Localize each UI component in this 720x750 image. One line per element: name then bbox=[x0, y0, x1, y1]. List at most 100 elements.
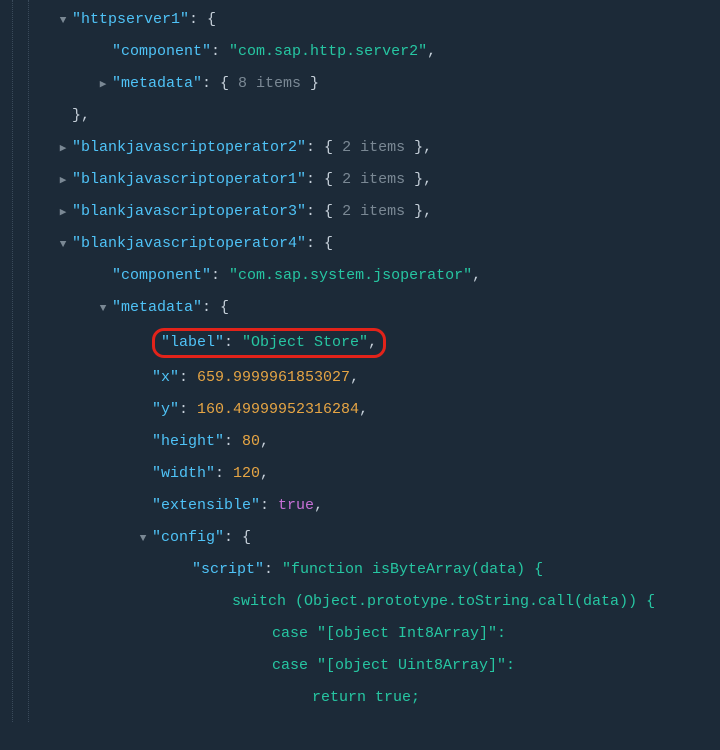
json-string-value: "com.sap.system.jsoperator" bbox=[229, 267, 472, 284]
json-punctuation: , bbox=[314, 497, 323, 514]
json-key: "component" bbox=[112, 43, 211, 60]
json-row: "blankjavascriptoperator3": { 2 items }, bbox=[8, 196, 720, 228]
json-punctuation: : { bbox=[189, 11, 216, 28]
row-content: "config": { bbox=[152, 529, 251, 546]
json-punctuation: , bbox=[359, 401, 368, 418]
json-punctuation: : bbox=[224, 433, 242, 450]
json-number-value: 120 bbox=[233, 465, 260, 482]
json-punctuation: } bbox=[301, 75, 319, 92]
json-row: "blankjavascriptoperator1": { 2 items }, bbox=[8, 164, 720, 196]
json-key: "height" bbox=[152, 433, 224, 450]
json-key: "blankjavascriptoperator3" bbox=[72, 203, 306, 220]
row-content: "x": 659.9999961853027, bbox=[152, 369, 359, 386]
row-content: case "[object Int8Array]": bbox=[272, 625, 506, 642]
json-number-value: 659.9999961853027 bbox=[197, 369, 350, 386]
json-row: return true; bbox=[8, 682, 720, 714]
json-tree-viewer: "httpserver1": { "component": "com.sap.ht… bbox=[0, 0, 720, 722]
json-key: "width" bbox=[152, 465, 215, 482]
json-collapsed-summary: 2 items bbox=[342, 171, 405, 188]
json-punctuation: : { bbox=[306, 139, 342, 156]
json-row: "metadata": { bbox=[8, 292, 720, 324]
json-key: "config" bbox=[152, 529, 224, 546]
json-punctuation: : bbox=[264, 561, 282, 578]
json-punctuation: : bbox=[215, 465, 233, 482]
json-row: }, bbox=[8, 100, 720, 132]
json-punctuation: : { bbox=[224, 529, 251, 546]
json-key: "metadata" bbox=[112, 299, 202, 316]
row-content: "component": "com.sap.http.server2", bbox=[112, 43, 436, 60]
json-collapsed-summary: 2 items bbox=[342, 139, 405, 156]
collapse-icon[interactable] bbox=[56, 13, 70, 31]
json-punctuation: : bbox=[179, 369, 197, 386]
json-key: "blankjavascriptoperator1" bbox=[72, 171, 306, 188]
json-punctuation: }, bbox=[405, 171, 432, 188]
collapse-icon[interactable] bbox=[56, 237, 70, 255]
json-punctuation: : { bbox=[306, 171, 342, 188]
json-row: switch (Object.prototype.toString.call(d… bbox=[8, 586, 720, 618]
json-row: "httpserver1": { bbox=[8, 4, 720, 36]
json-punctuation: , bbox=[472, 267, 481, 284]
json-punctuation: : bbox=[260, 497, 278, 514]
json-key: "label" bbox=[161, 334, 224, 351]
json-number-value: 80 bbox=[242, 433, 260, 450]
row-content: "y": 160.49999952316284, bbox=[152, 401, 368, 418]
row-content: "metadata": { 8 items } bbox=[112, 75, 319, 92]
json-row: "metadata": { 8 items } bbox=[8, 68, 720, 100]
json-string-value: case "[object Int8Array]": bbox=[272, 625, 506, 642]
json-row: "blankjavascriptoperator4": { bbox=[8, 228, 720, 260]
json-key: "metadata" bbox=[112, 75, 202, 92]
json-punctuation: : { bbox=[306, 203, 342, 220]
json-row: "x": 659.9999961853027, bbox=[8, 362, 720, 394]
json-punctuation: , bbox=[427, 43, 436, 60]
json-row: "label": "Object Store", bbox=[8, 324, 720, 362]
row-content: "height": 80, bbox=[152, 433, 269, 450]
row-content: "httpserver1": { bbox=[72, 11, 216, 28]
json-boolean-value: true bbox=[278, 497, 314, 514]
expand-icon[interactable] bbox=[96, 77, 110, 95]
row-content: return true; bbox=[312, 689, 420, 706]
json-punctuation: , bbox=[368, 334, 377, 351]
row-content: "extensible": true, bbox=[152, 497, 323, 514]
json-row: "width": 120, bbox=[8, 458, 720, 490]
json-key: "x" bbox=[152, 369, 179, 386]
json-key: "blankjavascriptoperator4" bbox=[72, 235, 306, 252]
json-key: "y" bbox=[152, 401, 179, 418]
row-content: "script": "function isByteArray(data) { bbox=[192, 561, 543, 578]
json-key: "extensible" bbox=[152, 497, 260, 514]
json-row: "blankjavascriptoperator2": { 2 items }, bbox=[8, 132, 720, 164]
json-punctuation: : bbox=[179, 401, 197, 418]
row-content: "blankjavascriptoperator4": { bbox=[72, 235, 333, 252]
row-content: "blankjavascriptoperator3": { 2 items }, bbox=[72, 203, 432, 220]
json-key: "component" bbox=[112, 267, 211, 284]
collapse-icon[interactable] bbox=[96, 301, 110, 319]
row-content: "component": "com.sap.system.jsoperator"… bbox=[112, 267, 481, 284]
json-row: "config": { bbox=[8, 522, 720, 554]
collapse-icon[interactable] bbox=[136, 531, 150, 549]
json-punctuation: : bbox=[211, 43, 229, 60]
json-row: "component": "com.sap.http.server2", bbox=[8, 36, 720, 68]
highlight-annotation: "label": "Object Store", bbox=[152, 328, 386, 358]
json-punctuation: }, bbox=[405, 203, 432, 220]
json-punctuation: : bbox=[211, 267, 229, 284]
json-string-value: return true; bbox=[312, 689, 420, 706]
json-row: "script": "function isByteArray(data) { bbox=[8, 554, 720, 586]
row-content: }, bbox=[72, 107, 90, 124]
json-string-value: "com.sap.http.server2" bbox=[229, 43, 427, 60]
row-content: switch (Object.prototype.toString.call(d… bbox=[232, 593, 655, 610]
json-punctuation: }, bbox=[72, 107, 90, 124]
row-content: case "[object Uint8Array]": bbox=[272, 657, 515, 674]
json-punctuation: , bbox=[350, 369, 359, 386]
json-punctuation: , bbox=[260, 465, 269, 482]
json-collapsed-summary: 8 items bbox=[238, 75, 301, 92]
json-punctuation: : { bbox=[202, 75, 238, 92]
json-row: "extensible": true, bbox=[8, 490, 720, 522]
json-row: "component": "com.sap.system.jsoperator"… bbox=[8, 260, 720, 292]
json-punctuation: : bbox=[224, 334, 242, 351]
expand-icon[interactable] bbox=[56, 173, 70, 191]
expand-icon[interactable] bbox=[56, 141, 70, 159]
expand-icon[interactable] bbox=[56, 205, 70, 223]
json-string-value: switch (Object.prototype.toString.call(d… bbox=[232, 593, 655, 610]
json-punctuation: }, bbox=[405, 139, 432, 156]
row-content: "width": 120, bbox=[152, 465, 269, 482]
row-content: "metadata": { bbox=[112, 299, 229, 316]
